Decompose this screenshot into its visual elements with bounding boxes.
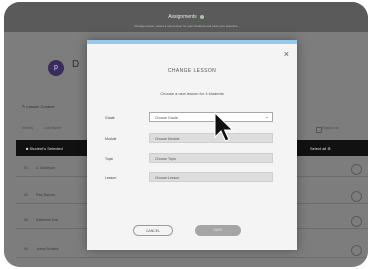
modal-title: CHANGE LESSON — [167, 68, 217, 74]
topic-row: Topic Choose Topic — [103, 153, 283, 165]
lesson-row: Lesson Choose Lesson — [103, 172, 283, 184]
topic-select-value: Choose Topic — [155, 157, 177, 161]
chevron-down-icon: ⌄ — [264, 114, 269, 120]
mouse-cursor-icon — [214, 112, 234, 142]
modal-accent-bar — [87, 40, 297, 44]
student-number: 03 — [24, 218, 28, 222]
page-subtitle: Change lesson, select a new lesson for y… — [134, 24, 238, 28]
module-label: Module — [105, 137, 117, 141]
change-lesson-modal: × CHANGE LESSON Choose a new lesson for … — [87, 40, 297, 250]
grade-select-value: Choose Grade — [155, 116, 178, 120]
lesson-select-value: Choose Lesson — [155, 176, 180, 180]
sort-by-label: Sort by — [22, 126, 34, 130]
close-icon[interactable]: × — [284, 50, 289, 59]
row-checkbox[interactable] — [351, 164, 362, 175]
cancel-button[interactable]: CANCEL — [133, 225, 173, 236]
module-row: Module Choose Module — [103, 133, 283, 145]
select-all-button[interactable]: Select all ⊕ — [310, 146, 331, 151]
module-select[interactable]: Choose Module — [149, 133, 273, 143]
expand-all-toggle[interactable]: Expand all — [316, 126, 352, 134]
lesson-content-link[interactable]: ✎ Lesson Content — [22, 104, 54, 109]
status-dot-icon — [199, 14, 204, 19]
topic-select[interactable]: Choose Topic — [149, 153, 273, 163]
save-button[interactable]: SAVE — [195, 225, 241, 236]
student-number: 04 — [24, 247, 28, 251]
row-checkbox[interactable] — [351, 245, 362, 256]
grade-select[interactable]: Choose Grade ⌄ — [149, 112, 273, 122]
student-name: Paul Barnes — [36, 193, 56, 197]
sort-by-select[interactable]: Last Name — [44, 126, 61, 130]
grade-label: Grade — [105, 116, 115, 120]
lesson-label: Lesson — [105, 176, 117, 180]
selected-row-label: ■ Student's Selected — [26, 146, 63, 151]
student-name: Katherine Doe — [36, 218, 59, 222]
module-select-value: Choose Module — [155, 137, 180, 141]
student-number: 01 — [24, 166, 28, 170]
student-number: 02 — [24, 193, 28, 197]
lesson-select[interactable]: Choose Lesson — [149, 172, 273, 182]
topic-label: Topic — [105, 157, 114, 161]
page-title: Assignments — [4, 14, 368, 20]
modal-instruction: Choose a new lesson for 4 students — [160, 91, 224, 96]
student-name: A. Anderson — [36, 166, 56, 170]
row-checkbox[interactable] — [351, 216, 362, 227]
row-checkbox[interactable] — [351, 191, 362, 202]
app-logo-icon: p — [48, 60, 64, 76]
student-name: Jenny Student — [36, 247, 59, 251]
grade-row: Grade Choose Grade ⌄ — [103, 112, 283, 124]
class-name: D — [72, 59, 80, 70]
app-header: Assignments Change lesson, select a new … — [4, 2, 368, 32]
